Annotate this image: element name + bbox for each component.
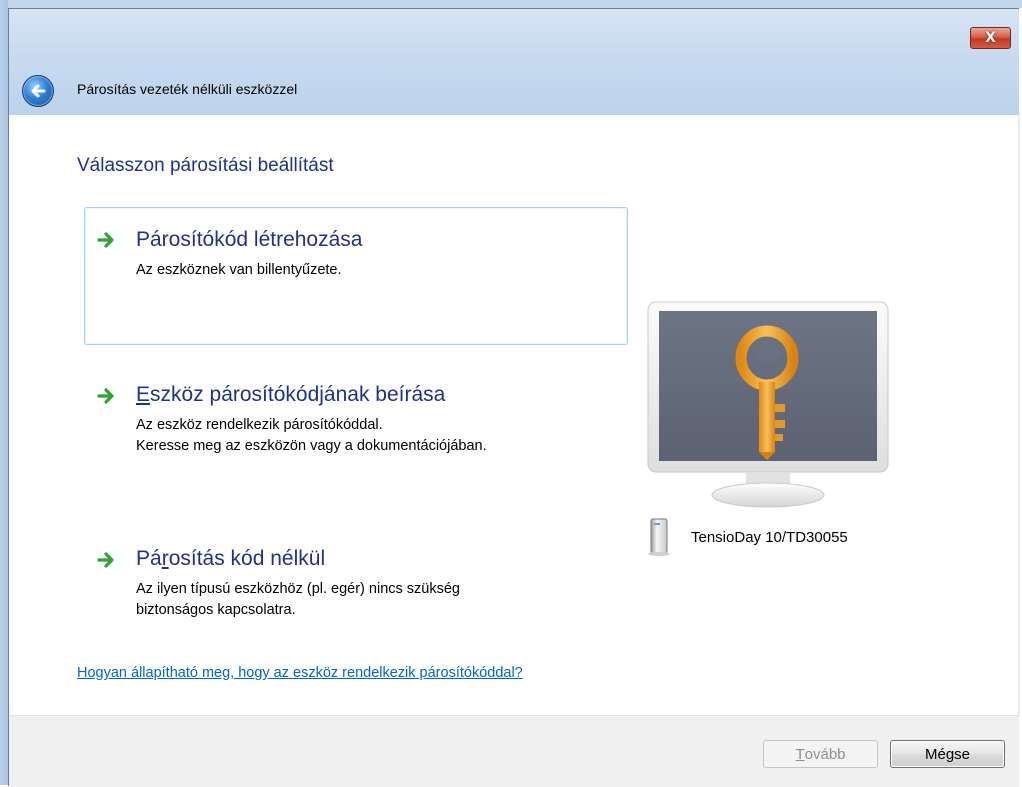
close-button[interactable]: X	[970, 27, 1011, 49]
option-pair-without-code[interactable]: Párosítás kód nélkül Az ilyen típusú esz…	[84, 529, 628, 641]
option-create-passcode[interactable]: Párosítókód létrehozása Az eszköznek van…	[84, 207, 628, 345]
monitor-key-icon	[647, 301, 889, 508]
option-enter-device-passcode[interactable]: Eszköz párosítókódjának beírása Az eszkö…	[84, 365, 628, 477]
option-title: Eszköz párosítókódjának beírása	[136, 383, 446, 406]
footer-bar: Tovább Mégse	[9, 715, 1019, 787]
option-title: Párosítás kód nélkül	[136, 547, 326, 570]
option-title: Párosítókód létrehozása	[136, 228, 363, 251]
device-name: TensioDay 10/TD30055	[691, 529, 848, 546]
window-title: Párosítás vezeték nélküli eszközzel	[77, 81, 298, 97]
close-icon: X	[985, 30, 996, 46]
page-heading: Válasszon párosítási beállítást	[77, 155, 334, 176]
option-description: Az eszköz rendelkezik párosítókóddal. Ke…	[136, 417, 487, 454]
cancel-button[interactable]: Mégse	[890, 740, 1005, 768]
green-arrow-icon	[97, 388, 114, 404]
device-tower-icon	[648, 518, 670, 556]
title-bar: X Párosítás vezeték nélküli eszközzel	[9, 9, 1019, 115]
dialog-window: X Párosítás vezeték nélküli eszközzel Vá…	[8, 8, 1020, 787]
green-arrow-icon	[97, 232, 114, 248]
back-button[interactable]	[22, 75, 54, 107]
help-link[interactable]: Hogyan állapítható meg, hogy az eszköz r…	[77, 665, 523, 681]
option-description: Az eszköznek van billentyűzete.	[136, 262, 342, 278]
back-arrow-icon	[31, 84, 46, 98]
content-area: Válasszon párosítási beállítást Párosító…	[9, 115, 1020, 715]
window-frame-left	[0, 0, 8, 785]
green-arrow-icon	[97, 552, 114, 568]
window-frame-top	[0, 0, 1022, 8]
content-edge	[1018, 115, 1020, 715]
option-description: Az ilyen típusú eszközhöz (pl. egér) nin…	[136, 581, 460, 618]
next-button[interactable]: Tovább	[763, 740, 878, 768]
